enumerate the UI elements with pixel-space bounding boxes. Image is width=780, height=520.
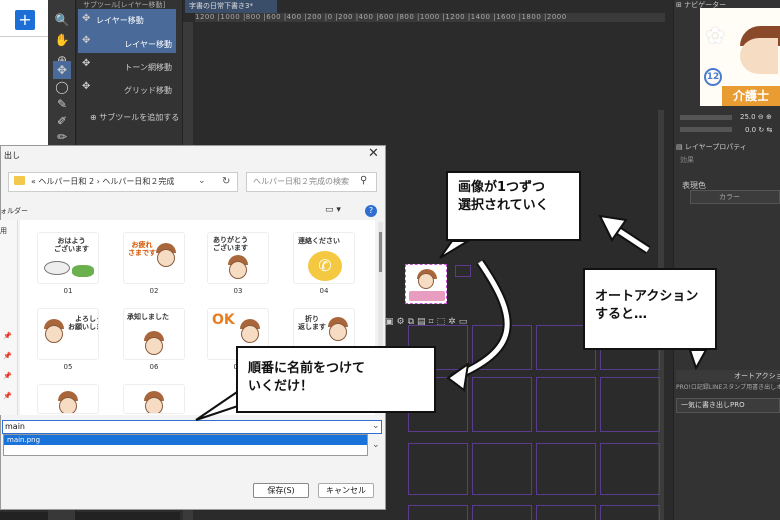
curved-arrow-head xyxy=(446,361,470,392)
callout-naming: 順番に名前をつけて いくだけ！ xyxy=(236,346,436,413)
curved-arrow-outline xyxy=(450,259,512,383)
annotation-arrows xyxy=(195,214,708,421)
callout-selected-one-by-one: 画像が1つずつ 選択されていく xyxy=(446,171,581,241)
callout1-tail xyxy=(439,240,472,259)
callout-auto-action: オートアクション すると… xyxy=(583,268,717,350)
callout2-tail xyxy=(688,349,708,371)
